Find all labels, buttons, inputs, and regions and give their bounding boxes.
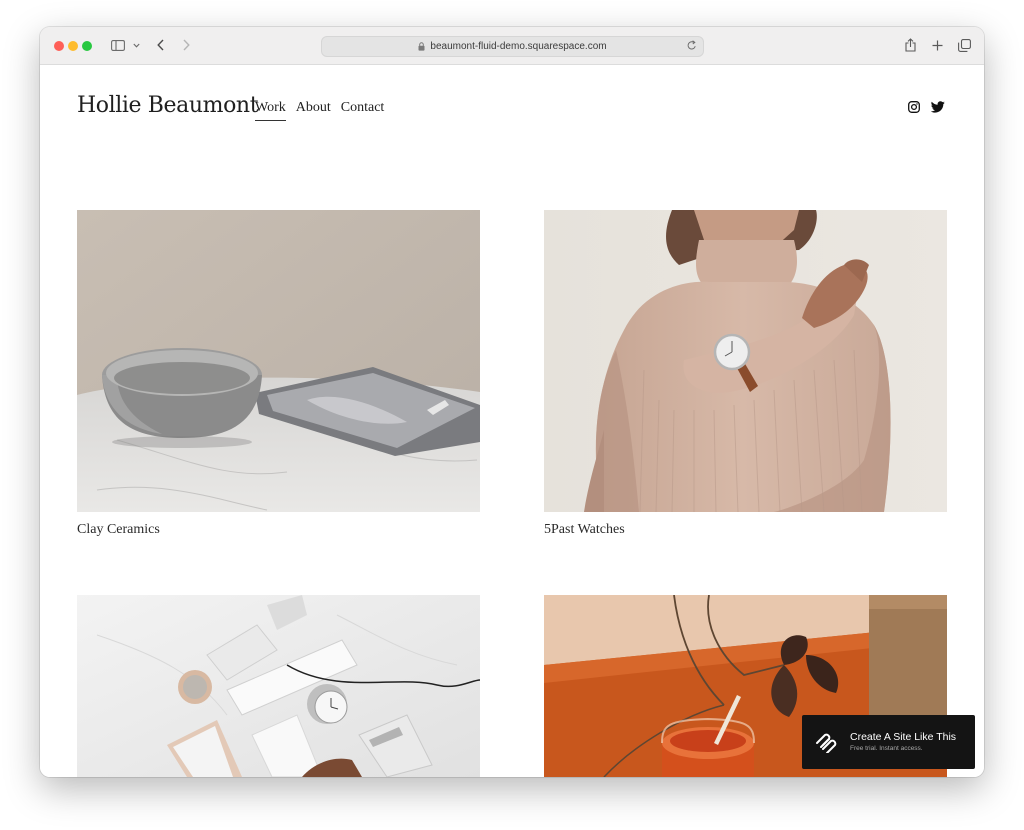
site-nav: Work About Contact xyxy=(255,100,385,121)
project-card-clay-ceramics[interactable]: Clay Ceramics xyxy=(77,210,480,550)
address-bar[interactable]: beaumont-fluid-demo.squarespace.com xyxy=(321,36,704,57)
nav-item-contact[interactable]: Contact xyxy=(341,100,385,116)
desk-accessories-flatlay-photo[interactable] xyxy=(77,595,480,777)
tabs-icon[interactable] xyxy=(956,36,972,54)
new-tab-icon[interactable] xyxy=(930,36,944,54)
cta-subtitle: Free trial. Instant access. xyxy=(850,745,923,752)
url-text: beaumont-fluid-demo.squarespace.com xyxy=(430,41,607,52)
bowl-and-marble-tray-photo[interactable] xyxy=(77,210,480,512)
project-card-5past-watches[interactable]: 5Past Watches xyxy=(544,210,947,550)
twitter-icon[interactable] xyxy=(930,100,946,114)
project-card-3[interactable] xyxy=(77,595,480,777)
website-page: Hollie Beaumont Work About Contact Clay … xyxy=(40,65,984,777)
site-logo[interactable]: Hollie Beaumont xyxy=(77,93,259,118)
cta-title: Create A Site Like This xyxy=(850,731,957,743)
project-title-clay-ceramics[interactable]: Clay Ceramics xyxy=(77,522,160,538)
lock-icon xyxy=(418,42,425,51)
minimize-window-button[interactable] xyxy=(68,41,78,51)
woman-wearing-watch-photo[interactable] xyxy=(544,210,947,512)
sidebar-icon[interactable] xyxy=(110,36,126,54)
instagram-icon[interactable] xyxy=(907,100,921,114)
forward-icon[interactable] xyxy=(180,36,192,54)
close-window-button[interactable] xyxy=(54,41,64,51)
browser-toolbar: beaumont-fluid-demo.squarespace.com xyxy=(40,27,984,65)
chevron-down-icon[interactable] xyxy=(131,36,141,54)
reload-icon[interactable] xyxy=(687,40,697,51)
nav-item-about[interactable]: About xyxy=(296,100,331,116)
project-title-5past-watches[interactable]: 5Past Watches xyxy=(544,522,625,538)
nav-item-work[interactable]: Work xyxy=(255,100,286,121)
browser-window: beaumont-fluid-demo.squarespace.com Holl… xyxy=(40,27,984,777)
create-site-banner[interactable]: Create A Site Like This Free trial. Inst… xyxy=(802,715,975,769)
squarespace-logo-icon xyxy=(815,731,837,758)
zoom-window-button[interactable] xyxy=(82,41,92,51)
share-icon[interactable] xyxy=(903,36,917,54)
back-icon[interactable] xyxy=(154,36,166,54)
